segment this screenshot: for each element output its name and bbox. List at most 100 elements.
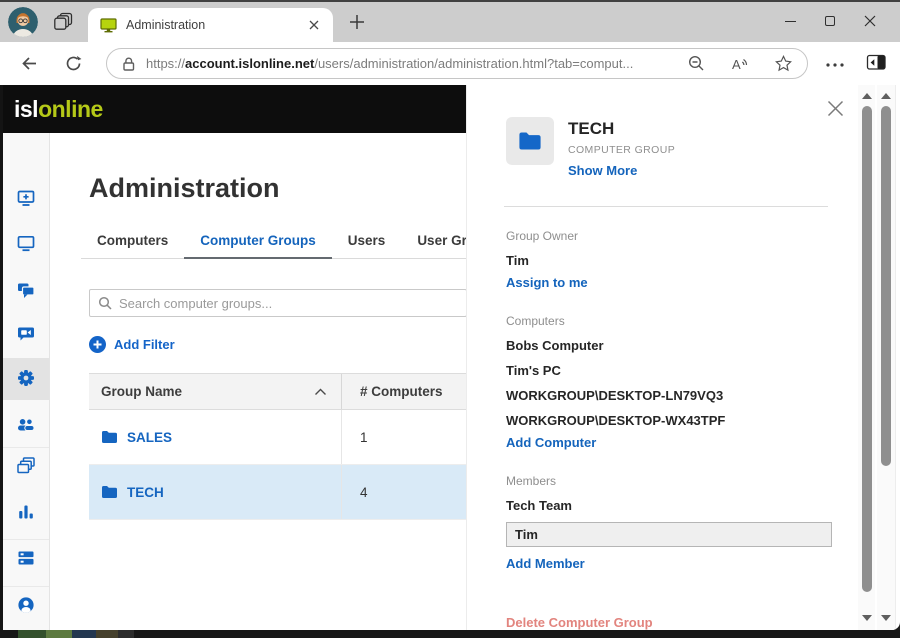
favorites-star-icon[interactable] [774, 54, 793, 73]
address-bar[interactable]: https://account.islonline.net/users/admi… [106, 48, 808, 79]
add-computer-link[interactable]: Add Computer [506, 435, 596, 450]
url-path: /users/administration/administration.htm… [314, 56, 633, 71]
computer-groups-table: Group Name # Computers SALES 1 [89, 373, 467, 520]
page-scrollbar[interactable] [877, 85, 896, 630]
app-header: islonline [3, 85, 466, 133]
refresh-button[interactable] [63, 53, 84, 74]
folder-icon [101, 430, 118, 444]
avatar-image [8, 7, 38, 37]
page-viewport: islonline [3, 85, 900, 630]
panel-subtitle: COMPUTER GROUP [568, 144, 675, 156]
monitor-icon [17, 234, 35, 252]
section-group-owner: Group Owner Tim Assign to me [506, 229, 830, 292]
sidebar-panel-icon[interactable] [866, 53, 887, 77]
sidebar-item-account[interactable] [17, 596, 35, 614]
sort-asc-icon [314, 388, 327, 396]
delete-computer-group-link[interactable]: Delete Computer Group [506, 615, 653, 630]
assign-to-me-link[interactable]: Assign to me [506, 275, 588, 290]
group-count-cell: 4 [341, 465, 467, 519]
tab-computer-groups[interactable]: Computer Groups [184, 233, 332, 259]
scroll-up-icon[interactable] [881, 93, 891, 99]
group-name-cell: TECH [89, 465, 341, 519]
panel-head-text: TECH COMPUTER GROUP Show More [568, 117, 675, 180]
desktop-edge-bottom [0, 630, 900, 638]
table-row-tech[interactable]: TECH 4 [89, 465, 467, 520]
server-icon [17, 549, 35, 567]
layers-icon [17, 457, 35, 475]
computer-item: WORKGROUP\DESKTOP-LN79VQ3 [506, 388, 830, 403]
sidebar-item-sessions[interactable] [17, 457, 35, 475]
read-aloud-icon[interactable]: A [730, 55, 750, 73]
sidebar-item-video-call[interactable] [17, 324, 35, 342]
panel-close-icon[interactable] [827, 100, 845, 118]
profile-avatar[interactable] [8, 7, 38, 37]
member-item: Tech Team [506, 498, 830, 513]
maximize-icon [825, 16, 835, 26]
account-icon [17, 596, 35, 614]
lock-icon [121, 56, 136, 72]
tab-close-icon[interactable] [305, 16, 323, 34]
tab-favicon [100, 18, 117, 33]
computer-item: WORKGROUP\DESKTOP-WX43TPF [506, 413, 830, 428]
members-label: Members [506, 474, 830, 488]
table-row-sales[interactable]: SALES 1 [89, 410, 467, 465]
monitor-add-icon [17, 189, 35, 207]
scroll-down-icon[interactable] [881, 615, 891, 621]
main-content: Administration Computers Computer Groups… [51, 133, 481, 630]
computers-label: Computers [506, 314, 830, 328]
plus-circle-icon [89, 336, 106, 353]
address-bar-actions: A [687, 54, 793, 73]
sidebar-item-chat[interactable] [17, 281, 35, 299]
zoom-out-icon[interactable] [687, 54, 706, 73]
member-item-highlighted[interactable]: Tim [506, 522, 832, 547]
scrollbar-thumb[interactable] [862, 106, 872, 592]
islonline-logo: islonline [14, 96, 103, 123]
workspaces-icon[interactable] [53, 11, 74, 37]
browser-urlbar: https://account.islonline.net/users/admi… [0, 42, 900, 85]
search-icon [98, 296, 112, 310]
sidebar-item-add-computer[interactable] [17, 189, 35, 207]
panel-scrollbar[interactable] [858, 85, 875, 630]
minimize-icon [785, 21, 796, 22]
window-controls [770, 6, 890, 36]
panel-divider [504, 206, 828, 207]
scroll-up-icon[interactable] [862, 93, 872, 99]
column-group-name[interactable]: Group Name [89, 384, 341, 399]
panel-title: TECH [568, 119, 675, 139]
detail-panel: TECH COMPUTER GROUP Show More Group Owne… [466, 85, 858, 630]
window-top-edge [0, 0, 900, 2]
add-member-link[interactable]: Add Member [506, 556, 585, 571]
column-num-computers[interactable]: # Computers [341, 374, 467, 409]
folder-icon [101, 485, 118, 499]
scrollbar-thumb[interactable] [881, 106, 891, 466]
tab-title: Administration [126, 18, 305, 32]
search-input[interactable] [119, 296, 458, 311]
back-button[interactable] [19, 53, 40, 74]
sidebar-item-reports[interactable] [17, 503, 35, 521]
maximize-button[interactable] [810, 6, 850, 36]
search-box [89, 289, 467, 317]
group-name-link[interactable]: SALES [127, 430, 172, 445]
new-tab-button[interactable] [347, 12, 367, 32]
tab-users[interactable]: Users [332, 233, 402, 258]
minimize-button[interactable] [770, 6, 810, 36]
browser-titlebar: Administration [0, 0, 900, 42]
tab-computers[interactable]: Computers [81, 233, 184, 258]
add-filter-button[interactable]: Add Filter [89, 336, 175, 353]
close-button[interactable] [850, 6, 890, 36]
sidebar-item-computers[interactable] [17, 234, 35, 252]
browser-tab[interactable]: Administration [88, 8, 333, 42]
app-sidebar [3, 133, 50, 630]
close-icon [864, 15, 876, 27]
more-menu-icon[interactable] [824, 56, 846, 74]
group-name-link[interactable]: TECH [127, 485, 164, 500]
scroll-down-icon[interactable] [862, 615, 872, 621]
sidebar-item-settings[interactable] [17, 369, 35, 387]
url-protocol: https:// [146, 56, 185, 71]
show-more-link[interactable]: Show More [568, 163, 637, 178]
sidebar-item-storage[interactable] [17, 549, 35, 567]
page-title: Administration [89, 173, 280, 204]
gear-icon [17, 369, 35, 387]
sidebar-item-users[interactable] [17, 416, 35, 434]
add-filter-label: Add Filter [114, 337, 175, 352]
